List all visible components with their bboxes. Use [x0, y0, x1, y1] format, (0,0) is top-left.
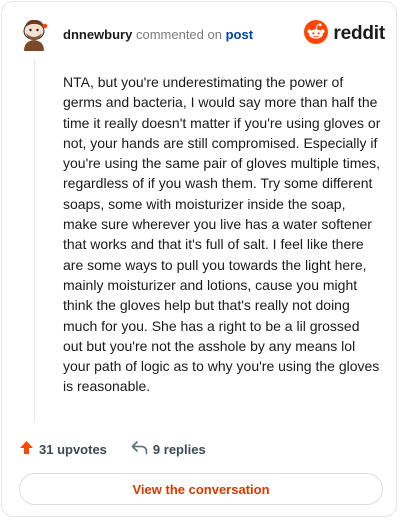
- reply-count: 9 replies: [152, 441, 206, 457]
- thread-line: [34, 60, 35, 422]
- user-avatar[interactable]: [19, 17, 49, 51]
- comment-meta: dnnewbury commented on post: [63, 27, 253, 42]
- reddit-snoo-icon: [304, 19, 329, 49]
- reddit-logo[interactable]: reddit: [304, 19, 385, 49]
- comment-footer: 31 upvotes 9 replies: [19, 439, 206, 459]
- post-link[interactable]: post: [226, 27, 253, 42]
- upvote-count: 31 upvotes: [39, 441, 107, 457]
- comment-embed-card: dnnewbury commented on post reddit NTA, …: [1, 1, 397, 517]
- reply-arrow-icon: [131, 440, 148, 458]
- replies-button[interactable]: 9 replies: [131, 440, 206, 458]
- upvote-arrow-icon: [19, 440, 34, 458]
- comment-header: dnnewbury commented on post reddit: [19, 17, 385, 53]
- reddit-wordmark: reddit: [333, 23, 385, 44]
- upvote-button[interactable]: 31 upvotes: [19, 440, 107, 458]
- comment-body: NTA, but you're underestimating the powe…: [63, 74, 381, 395]
- action-text: commented on: [135, 27, 222, 42]
- username[interactable]: dnnewbury: [63, 27, 132, 42]
- view-conversation-button[interactable]: View the conversation: [19, 473, 383, 505]
